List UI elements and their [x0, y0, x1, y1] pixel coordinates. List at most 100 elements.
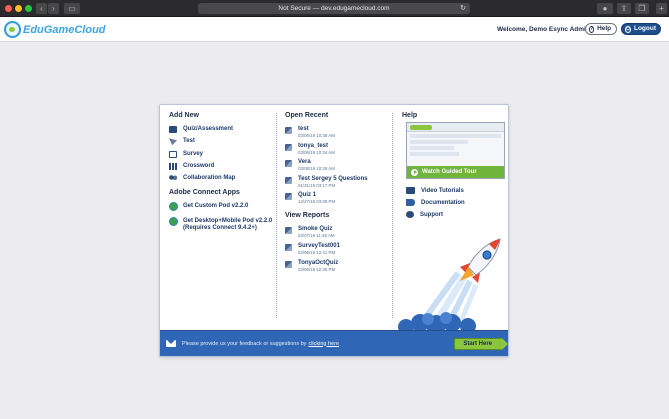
- add-test-label: Test: [183, 138, 195, 145]
- get-desktop-mobile-pod-link[interactable]: Get Desktop+Mobile Pod v2.2.0 (Requires …: [169, 217, 274, 232]
- app-header: EduGameCloud Welcome, Demo Esync Admin ?…: [0, 17, 669, 42]
- logout-button[interactable]: ⏻ Logout: [621, 23, 661, 35]
- recent-item-date: 01/31/19 03:17 PM: [298, 182, 336, 188]
- recent-column: Open Recent test 03/06/19 10:38 AM tonya…: [285, 112, 390, 276]
- add-survey-label: Survey: [183, 150, 204, 157]
- video-tutorials-link[interactable]: Video Tutorials: [406, 187, 506, 194]
- file-icon: [285, 193, 292, 201]
- help-button-label: Help: [597, 25, 612, 32]
- add-survey-link[interactable]: Survey: [169, 150, 274, 158]
- help-icon: ?: [589, 25, 595, 33]
- feedback-link[interactable]: clicking here: [308, 341, 339, 347]
- recent-item[interactable]: Quiz 1 12/27/18 03:35 PM: [285, 192, 390, 204]
- address-text: Not Secure — dev.edugamecloud.com: [278, 5, 390, 12]
- zoom-window-icon[interactable]: [25, 5, 32, 12]
- forward-button[interactable]: ›: [48, 3, 59, 14]
- get-desktop-mobile-pod-label: Get Desktop+Mobile Pod v2.2.0 (Requires …: [183, 218, 273, 232]
- recent-item-name: Vera: [298, 159, 311, 166]
- reload-icon[interactable]: ↻: [460, 3, 466, 14]
- add-collaboration-map-label: Collaboration Map: [183, 175, 236, 182]
- sidebar-toggle-icon[interactable]: ▭: [64, 3, 80, 14]
- back-button[interactable]: ‹: [36, 3, 47, 14]
- browser-toolbar: ‹ › ▭ Not Secure — dev.edugamecloud.com …: [0, 0, 669, 17]
- survey-icon: [169, 150, 177, 158]
- add-quiz-link[interactable]: Quiz/Assessment: [169, 126, 274, 133]
- adobe-connect-icon: [169, 202, 178, 212]
- book-icon: [406, 199, 415, 206]
- recent-item[interactable]: test 03/06/19 10:38 AM: [285, 126, 390, 138]
- tour-logo-icon: [410, 124, 432, 130]
- recent-item-name: Test Sergey 5 Questions: [298, 175, 368, 182]
- report-item[interactable]: TonyaOctQuiz 02/06/19 12:35 PM: [285, 260, 390, 272]
- get-custom-pod-label: Get Custom Pod v2.2.0: [183, 203, 249, 210]
- file-icon: [285, 143, 292, 151]
- recent-item-date: 03/06/19 10:34 AM: [298, 149, 335, 155]
- edugamecloud-logo[interactable]: EduGameCloud: [4, 20, 106, 39]
- open-recent-heading: Open Recent: [285, 112, 329, 119]
- add-new-column: Add New Quiz/Assessment Test Survey Cros…: [169, 112, 274, 239]
- feedback-footer: Please provide us your feedback or sugge…: [160, 330, 508, 356]
- report-item-name: TonyaOctQuiz: [298, 259, 339, 266]
- get-custom-pod-link[interactable]: Get Custom Pod v2.2.0: [169, 202, 274, 212]
- watch-guided-tour-label: Watch Guided Tour: [422, 169, 477, 175]
- feedback-text: Please provide us your feedback or sugge…: [182, 340, 307, 347]
- view-reports-heading: View Reports: [285, 212, 330, 220]
- report-icon: [285, 227, 292, 235]
- video-icon: [406, 187, 415, 194]
- file-icon: [285, 127, 292, 134]
- video-tutorials-label: Video Tutorials: [421, 187, 464, 194]
- adobe-connect-icon: [169, 217, 178, 227]
- add-crossword-link[interactable]: Crossword: [169, 162, 274, 170]
- file-icon: [285, 160, 292, 168]
- guided-tour-thumbnail[interactable]: Watch Guided Tour: [406, 122, 505, 179]
- add-crossword-label: Crossword: [183, 162, 215, 169]
- report-item-name: SurveyTest001: [298, 242, 340, 249]
- start-panel: Add New Quiz/Assessment Test Survey Cros…: [159, 104, 509, 357]
- report-item-date: 02/07/19 11:49 AM: [298, 233, 335, 239]
- close-window-icon[interactable]: [5, 5, 12, 12]
- adobe-connect-heading: Adobe Connect Apps: [169, 189, 240, 197]
- column-divider: [276, 113, 277, 318]
- add-collaboration-map-link[interactable]: Collaboration Map: [169, 175, 274, 183]
- watch-guided-tour-button[interactable]: Watch Guided Tour: [407, 166, 504, 178]
- tabs-icon[interactable]: ❐: [635, 3, 649, 14]
- quiz-icon: [169, 126, 177, 133]
- report-item[interactable]: SurveyTest001 02/06/19 12:41 PM: [285, 243, 390, 255]
- minimize-window-icon[interactable]: [15, 5, 22, 12]
- rocket-icon: [460, 238, 501, 283]
- crossword-icon: [169, 162, 177, 170]
- help-links: Video Tutorials Documentation Support: [406, 187, 506, 223]
- recent-item[interactable]: Vera 03/06/19 10:29 AM: [285, 159, 390, 171]
- support-label: Support: [420, 211, 443, 218]
- recent-item-name: tonya_test: [298, 142, 329, 149]
- documentation-label: Documentation: [421, 199, 465, 206]
- address-bar[interactable]: Not Secure — dev.edugamecloud.com ↻: [198, 3, 470, 14]
- recent-item[interactable]: Test Sergey 5 Questions 01/31/19 03:17 P…: [285, 176, 390, 188]
- play-icon: [411, 168, 418, 176]
- recent-item-date: 12/27/18 03:35 PM: [298, 199, 336, 205]
- help-button[interactable]: ? Help: [585, 23, 617, 35]
- test-icon: [169, 138, 177, 146]
- logo-icon: [4, 21, 21, 38]
- report-item[interactable]: Smoke Quiz 02/07/19 11:49 AM: [285, 226, 390, 238]
- start-here-button[interactable]: Start Here: [454, 338, 508, 350]
- help-heading: Help: [402, 112, 418, 119]
- mail-icon: [166, 340, 176, 347]
- logo-text: EduGameCloud: [23, 23, 106, 36]
- report-icon: [285, 243, 292, 251]
- support-icon: [406, 211, 414, 218]
- share-icon[interactable]: ⇪: [617, 3, 631, 14]
- new-tab-button[interactable]: +: [656, 3, 667, 14]
- report-item-date: 02/06/19 12:41 PM: [298, 249, 336, 255]
- add-test-link[interactable]: Test: [169, 138, 274, 146]
- download-icon[interactable]: ●: [597, 3, 613, 14]
- recent-item[interactable]: tonya_test 03/06/19 10:34 AM: [285, 143, 390, 155]
- recent-item-date: 03/06/19 10:29 AM: [298, 166, 335, 172]
- welcome-message: Welcome, Demo Esync Admin: [497, 26, 590, 33]
- report-item-name: Smoke Quiz: [298, 226, 333, 233]
- recent-item-date: 03/06/19 10:38 AM: [298, 133, 335, 138]
- logout-button-label: Logout: [633, 25, 656, 32]
- documentation-link[interactable]: Documentation: [406, 199, 506, 206]
- support-link[interactable]: Support: [406, 211, 506, 218]
- power-icon: ⏻: [625, 25, 631, 33]
